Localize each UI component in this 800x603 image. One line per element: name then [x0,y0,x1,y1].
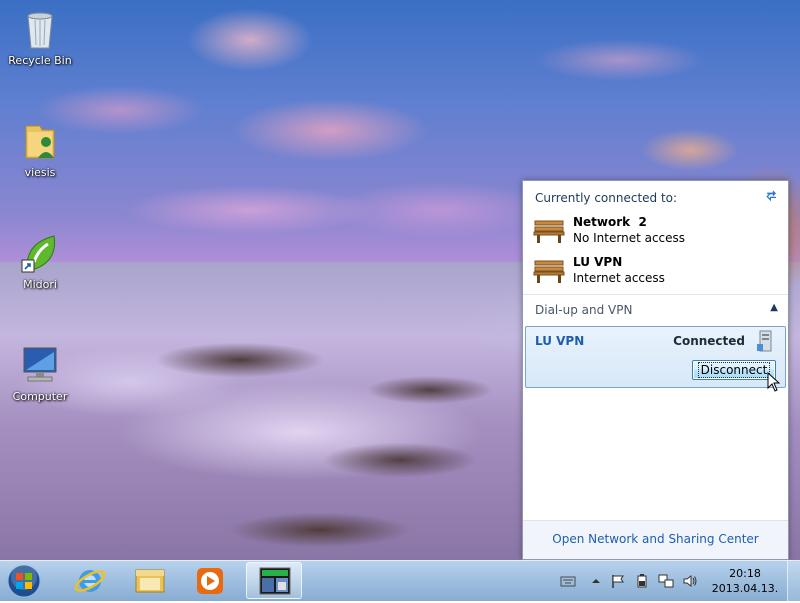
keyboard-icon[interactable] [560,573,576,589]
connection-status: No Internet access [573,231,686,245]
desktop-icon-midori[interactable]: Midori [2,232,78,291]
network-flyout: Currently connected to: Network 2 No Int… [522,180,789,560]
desktop-icon-label: viesis [24,166,56,179]
taskbar-media-player[interactable] [182,562,238,599]
midori-icon [20,232,60,274]
flyout-footer: Open Network and Sharing Center [523,520,788,559]
refresh-arrows-icon[interactable] [764,187,780,203]
connection-name: Network 2 [573,215,647,229]
bench-icon [533,219,565,243]
volume-icon[interactable] [682,573,698,589]
desktop-icon-user-folder[interactable]: viesis [2,120,78,179]
disconnect-button[interactable]: Disconnect [692,360,776,380]
collapse-chevron-icon[interactable]: ▲ [770,302,778,313]
taskbar-network-app[interactable] [246,562,302,599]
media-player-icon [197,568,223,594]
connection-name: LU VPN [573,255,623,269]
vpn-connection-item[interactable]: LU VPN Connected Disconnect [525,326,786,388]
vpn-status: Connected [673,334,745,348]
desktop-icon-recycle-bin[interactable]: Recycle Bin [2,8,78,67]
taskbar: 20:18 2013.04.13. [0,560,800,601]
desktop-icon-label: Midori [23,278,57,291]
flyout-title: Currently connected to: [535,191,678,205]
connection-lu-vpn: LU VPN Internet access [533,255,773,289]
connection-network-2: Network 2 No Internet access [533,215,773,249]
desktop-icon-label: Computer [12,390,68,403]
network-app-icon [259,567,291,595]
show-hidden-icons-icon[interactable] [588,573,604,589]
open-network-sharing-center-link[interactable]: Open Network and Sharing Center [523,532,788,546]
windows-start-orb-icon[interactable] [6,563,42,599]
desktop-icon-computer[interactable]: Computer [2,344,78,403]
section-divider [523,294,788,295]
system-clock[interactable]: 20:18 2013.04.13. [710,566,780,596]
recycle-bin-icon [20,8,60,50]
taskbar-windows-explorer[interactable] [122,562,178,599]
taskbar-internet-explorer[interactable] [62,562,118,599]
show-desktop-button[interactable] [787,561,800,601]
disconnect-button-label: Disconnect [697,362,771,378]
mouse-cursor-icon [767,371,781,392]
wallpaper-rocks [140,320,520,550]
desktop-icon-label: Recycle Bin [8,54,72,67]
section-label: Dial-up and VPN [535,303,633,317]
bench-icon [533,259,565,283]
clock-date: 2013.04.13. [711,582,779,595]
windows-explorer-icon [135,569,165,593]
network-icon[interactable] [658,573,674,589]
flag-icon[interactable] [610,573,626,589]
user-folder-icon [20,120,60,162]
computer-icon [20,344,60,386]
clock-time: 20:18 [729,567,761,580]
section-header-dialup-vpn[interactable]: Dial-up and VPN ▲ [523,299,788,321]
connection-status: Internet access [573,271,665,285]
vpn-name: LU VPN [535,334,585,348]
internet-explorer-icon [74,570,106,592]
vpn-server-icon [757,330,773,352]
power-icon[interactable] [634,573,650,589]
